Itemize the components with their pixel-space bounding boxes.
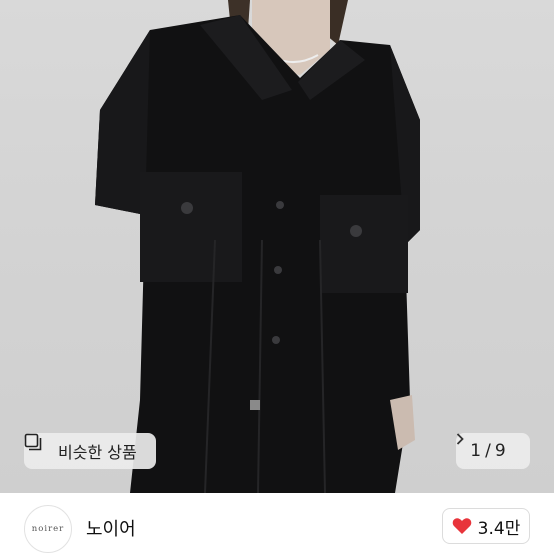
similar-items-icon xyxy=(24,433,52,460)
shop-logo[interactable]: noirer xyxy=(24,505,72,553)
shop-logo-text: noirer xyxy=(31,524,65,534)
similar-items-button[interactable]: 비슷한 상품 xyxy=(24,433,156,469)
product-image[interactable]: 비슷한 상품 1 / 9 xyxy=(0,0,554,493)
product-photo xyxy=(95,0,420,493)
shop-name[interactable]: 노이어 xyxy=(86,515,136,541)
heart-icon xyxy=(452,517,472,535)
similar-items-label: 비슷한 상품 xyxy=(58,443,137,462)
image-pager[interactable]: 1 / 9 xyxy=(456,433,530,469)
pager-total: 9 xyxy=(494,441,506,461)
pager-separator: / xyxy=(485,441,491,461)
pager-current: 1 xyxy=(470,441,482,461)
like-count: 3.4만 xyxy=(477,518,521,539)
like-button[interactable]: 3.4만 xyxy=(442,508,530,544)
shop-row: noirer 노이어 3.4만 xyxy=(0,493,554,554)
